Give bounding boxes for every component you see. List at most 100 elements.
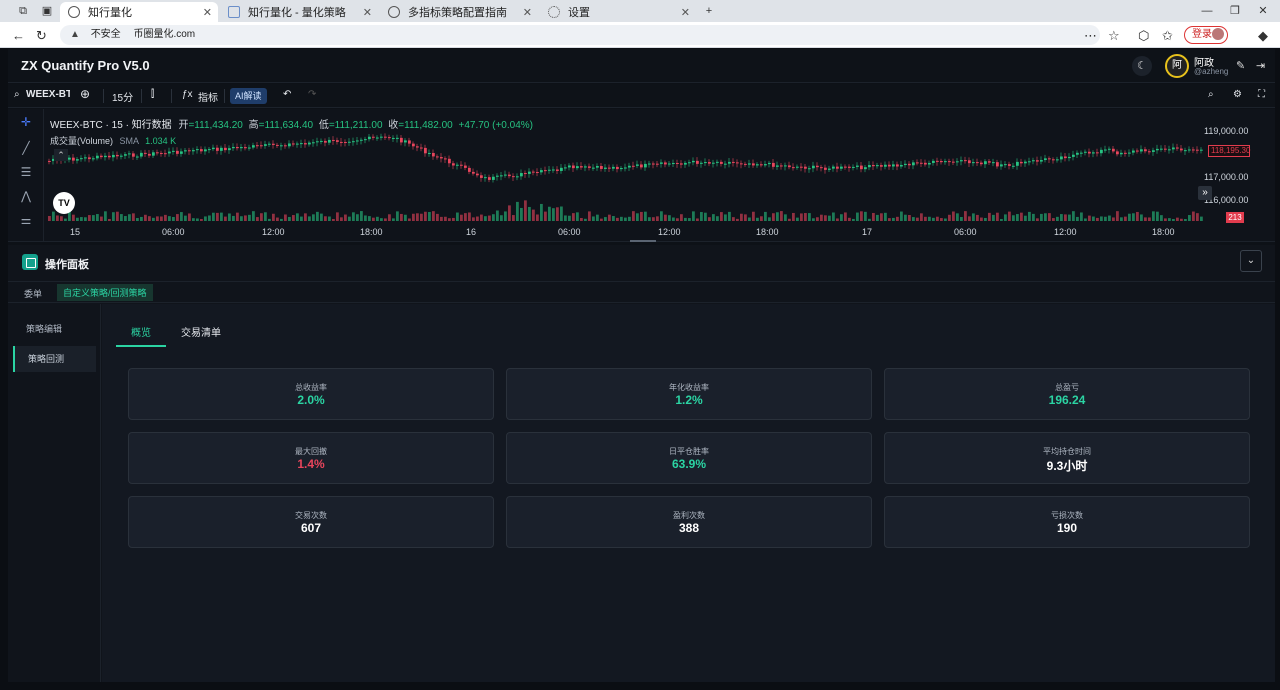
fib-icon[interactable]: ☰ <box>18 165 34 181</box>
crosshair-icon[interactable]: ✛ <box>18 115 34 131</box>
price-chart[interactable]: ✛ ╱ ☰ ⋀ ⚌ WEEX-BTC · 15 · 知行数据 开=111,434… <box>8 109 1275 241</box>
volume-bar <box>1088 215 1091 221</box>
volume-bar <box>1132 213 1135 221</box>
star-icon[interactable]: ☆ <box>1108 28 1120 44</box>
volume-bar <box>424 211 427 221</box>
add-symbol-icon[interactable]: ⊕ <box>80 87 90 101</box>
volume-bar <box>588 211 591 221</box>
chevron-up-icon[interactable]: ⌃ <box>54 149 68 161</box>
url-field[interactable]: ▲ 不安全 币圈量化.com <box>60 25 1100 45</box>
tab-strategy-backtest[interactable]: 自定义策略/回测策略 <box>57 284 153 301</box>
candle <box>1020 161 1023 164</box>
volume-bar <box>1160 215 1163 221</box>
zoom-icon[interactable]: ⌕ <box>1208 89 1214 100</box>
volume-bar <box>1024 215 1027 221</box>
browser-tab-1[interactable]: 知行量化 ✕ <box>60 2 218 22</box>
tab-actions-icon[interactable]: ▣ <box>40 4 54 18</box>
redo-icon[interactable]: ↷ <box>308 89 316 100</box>
search-icon[interactable]: ⌕ <box>14 89 20 100</box>
volume-bar <box>560 206 563 221</box>
candle <box>784 165 787 167</box>
candle <box>796 166 799 168</box>
volume-bar <box>404 214 407 221</box>
trendline-icon[interactable]: ╱ <box>18 141 34 157</box>
interval-select[interactable]: 15分 <box>112 89 133 104</box>
chevron-down-icon[interactable]: ⌄ <box>1240 250 1262 272</box>
back-icon[interactable]: ← <box>12 28 25 43</box>
close-icon[interactable]: ✕ <box>203 6 212 19</box>
maximize-icon[interactable]: ❐ <box>1228 4 1242 18</box>
sidebar-item-strategy-edit[interactable]: 策略编辑 <box>13 316 96 342</box>
candle <box>48 160 51 162</box>
tab-overview[interactable]: 概览 <box>131 324 151 339</box>
favorites-icon[interactable]: ✩ <box>1162 28 1173 44</box>
moon-icon[interactable]: ☾ <box>1132 56 1152 76</box>
time-tick: 06:00 <box>162 227 185 237</box>
time-tick: 06:00 <box>558 227 581 237</box>
copilot-icon[interactable]: ◆ <box>1258 28 1268 44</box>
extensions-icon[interactable]: ⬡ <box>1138 28 1149 44</box>
volume-bar <box>620 216 623 221</box>
candle <box>172 150 175 152</box>
candle <box>276 144 279 146</box>
workspaces-icon[interactable]: ⧉ <box>16 4 30 18</box>
undo-icon[interactable]: ↶ <box>283 89 291 100</box>
browser-tab-3[interactable]: 多指标策略配置指南 ✕ <box>380 2 538 22</box>
stat-value: 63.9% <box>671 457 707 471</box>
candle <box>684 162 687 165</box>
close-icon[interactable]: ✕ <box>523 6 532 19</box>
pattern-icon[interactable]: ⋀ <box>18 189 34 205</box>
candle-type-icon[interactable]: ⫿ <box>151 89 154 100</box>
candle <box>608 167 611 169</box>
resize-handle[interactable] <box>630 240 656 242</box>
close-icon[interactable]: ✕ <box>363 6 372 19</box>
login-button[interactable]: 登录 <box>1184 26 1228 44</box>
stat-value: 9.3小时 <box>1046 459 1088 473</box>
new-tab-icon[interactable]: + <box>702 4 716 18</box>
fullscreen-icon[interactable]: ⛶ <box>1258 89 1265 100</box>
stat-card: 年化收益率 1.2% <box>506 368 872 420</box>
candle <box>744 163 747 165</box>
volume-bar <box>576 212 579 221</box>
measure-icon[interactable]: ⚌ <box>18 213 34 229</box>
gear-icon <box>548 6 560 18</box>
volume-bar <box>932 217 935 221</box>
candle <box>256 145 259 147</box>
volume-bar <box>200 218 203 221</box>
edit-icon[interactable]: ✎ <box>1236 59 1245 72</box>
indicators-button[interactable]: 指标 <box>198 89 218 104</box>
volume-bar <box>556 207 559 221</box>
volume-bar <box>208 215 211 221</box>
candle <box>616 166 619 170</box>
volume-bar <box>344 214 347 221</box>
candle <box>1044 158 1047 161</box>
stat-label: 平均持仓时间 <box>1043 447 1091 456</box>
tab-orders[interactable]: 委单 <box>24 287 42 300</box>
settings-icon[interactable]: ⚙ <box>1233 89 1242 100</box>
divider <box>171 89 172 103</box>
volume-bar <box>172 216 175 221</box>
symbol-search[interactable]: WEEX-BTC <box>26 89 70 100</box>
volume-bar <box>924 216 927 221</box>
volume-bar <box>128 214 131 221</box>
volume-bar <box>136 218 139 221</box>
close-window-icon[interactable]: ✕ <box>1256 4 1270 18</box>
ai-interpret-button[interactable]: AI解读 <box>230 88 267 104</box>
close-icon[interactable]: ✕ <box>681 6 690 19</box>
volume-bar <box>908 214 911 221</box>
candle <box>400 137 403 143</box>
volume-bar <box>680 214 683 221</box>
browser-tab-4[interactable]: 设置 ✕ <box>540 2 696 22</box>
volume-bar <box>1084 218 1087 221</box>
logout-icon[interactable]: ⇥ <box>1256 59 1265 72</box>
tab-trade-list[interactable]: 交易清单 <box>181 324 221 339</box>
user-avatar[interactable]: 阿 <box>1165 54 1189 78</box>
scroll-right-icon[interactable]: » <box>1198 186 1212 200</box>
volume-bar <box>140 216 143 221</box>
sidebar-item-backtest[interactable]: 策略回测 <box>13 346 96 372</box>
minimize-icon[interactable]: — <box>1200 4 1214 18</box>
refresh-icon[interactable]: ↻ <box>36 28 47 44</box>
more-icon[interactable]: ⋯ <box>1084 28 1097 44</box>
divider <box>224 89 225 103</box>
browser-tab-2[interactable]: 知行量化 - 量化策略 ✕ <box>220 2 378 22</box>
